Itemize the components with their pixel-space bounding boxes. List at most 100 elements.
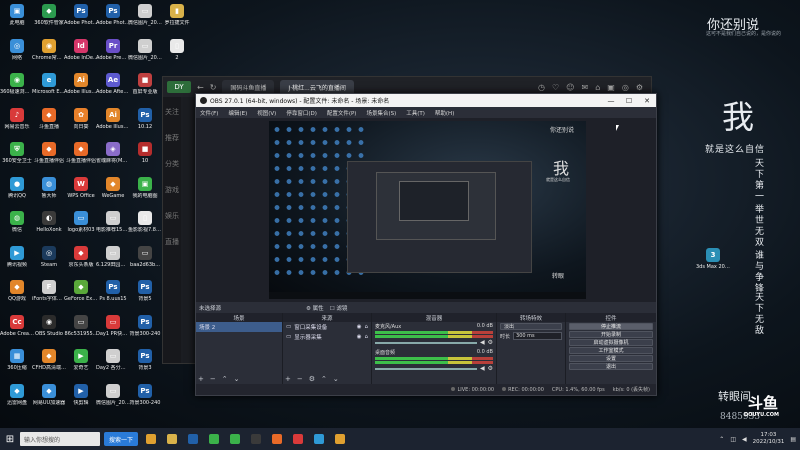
settings-button[interactable]: 设置 bbox=[569, 355, 653, 362]
edge-taskbar-icon[interactable] bbox=[314, 434, 325, 444]
taskbar-search-button[interactable]: 搜索一下 bbox=[104, 432, 139, 446]
desktop-icon[interactable]: ⛨ 360安全卫士 bbox=[1, 140, 33, 174]
maximize-button[interactable]: ☐ bbox=[620, 97, 638, 105]
refresh-icon[interactable]: ↻ bbox=[210, 83, 217, 92]
desktop-icon[interactable]: ◍ 鲁大师 bbox=[33, 175, 65, 209]
studio-mode-button[interactable]: 工作室模式 bbox=[569, 347, 653, 354]
desktop-icon[interactable]: ◍ 微信 bbox=[1, 209, 33, 243]
wechat-2-taskbar-icon[interactable] bbox=[230, 434, 241, 444]
desktop-icon[interactable]: ◆ 斗鱼直播 bbox=[33, 106, 65, 140]
desktop-icon[interactable]: W WPS Office bbox=[65, 175, 97, 209]
source-item[interactable]: ▭ 窗口采集设备 ◉ ⌂ bbox=[283, 322, 371, 332]
start-recording-button[interactable]: 开始录制 bbox=[569, 331, 653, 338]
desktop-icon[interactable]: ● 腾讯QQ bbox=[1, 175, 33, 209]
source-item[interactable]: ▭ 显示器采集 ◉ ⌂ bbox=[283, 332, 371, 342]
desktop-icon[interactable]: Id Adobe InDesi... bbox=[64, 37, 98, 71]
desktop-icon[interactable]: ■ 首屏专业版 bbox=[129, 71, 161, 105]
desktop-icon[interactable]: FiFonts字体助手 bbox=[32, 278, 66, 312]
browser-toolbar-icon[interactable]: ⚙ bbox=[636, 83, 643, 92]
desktop-icon[interactable]: Ps 背景5 bbox=[129, 278, 161, 312]
desktop-icon[interactable]: ▭ 电影推荐15月份屏幕资料 bbox=[96, 209, 130, 243]
desktop-icon[interactable]: ▦ 360压缩 bbox=[1, 347, 33, 381]
wechat-taskbar-icon[interactable] bbox=[209, 434, 220, 444]
desktop-icon[interactable]: ▭ baa2d63b... bbox=[129, 244, 161, 278]
browser-sidebar-item[interactable]: 分类 bbox=[165, 159, 179, 169]
visibility-icon[interactable]: ◉ bbox=[357, 324, 362, 330]
desktop-icon[interactable]: ▮ 罗拉捷文件 bbox=[161, 2, 193, 36]
desktop-icon[interactable]: AiAdobe Illustrat... bbox=[96, 106, 130, 140]
move-down-icon[interactable]: ⌄ bbox=[333, 375, 339, 383]
file-explorer-taskbar-icon[interactable] bbox=[167, 434, 178, 444]
browser-sidebar-item[interactable]: 推荐 bbox=[165, 133, 179, 143]
add-icon[interactable]: + bbox=[198, 375, 204, 383]
desktop-icon[interactable]: ▶ 腾讯视频 bbox=[1, 244, 33, 278]
desktop-icon[interactable]: ♪ 网易云音乐 bbox=[1, 106, 33, 140]
desktop-icon[interactable]: ▭ 86c531955... bbox=[65, 313, 97, 347]
desktop-icon[interactable]: ◆ 网易UU加速器 bbox=[33, 382, 65, 416]
filters-button[interactable]: ☐ 滤镜 bbox=[330, 304, 348, 312]
obs-taskbar-icon[interactable] bbox=[251, 434, 262, 444]
browser-toolbar-icon[interactable]: ♡ bbox=[552, 83, 559, 92]
desktop-icon[interactable]: ◆ QQ游戏 bbox=[1, 278, 33, 312]
volume-slider[interactable] bbox=[375, 341, 477, 344]
back-icon[interactable]: ← bbox=[197, 83, 204, 92]
obs-menu-item[interactable]: 视图(V) bbox=[257, 109, 276, 117]
photoshop-taskbar-icon[interactable] bbox=[188, 434, 199, 444]
desktop-icon[interactable]: ▣ 此电脑 bbox=[1, 2, 33, 36]
desktop-icon[interactable]: ◎ 网络 bbox=[1, 37, 33, 71]
exit-button[interactable]: 退出 bbox=[569, 363, 653, 370]
browser-sidebar-item[interactable]: 游戏 bbox=[165, 185, 179, 195]
desktop-icon[interactable]: ◆ 斗鱼直播伴侣 bbox=[65, 140, 97, 174]
desktop-icon[interactable]: ▭微信图片_2022091... bbox=[96, 382, 130, 416]
start-button[interactable]: ⊞ bbox=[0, 428, 20, 450]
desktop-icon[interactable]: e Microsoft Edge bbox=[32, 71, 66, 105]
desktop-icon[interactable]: ▭微信图片_2022091... bbox=[128, 2, 162, 36]
browser-tab-1[interactable]: 国码斗鱼直播 bbox=[222, 80, 275, 94]
desktop-icon[interactable]: ◆ 迅雷网盘 bbox=[1, 382, 33, 416]
taskbar-search-input[interactable]: 输入你想搜的 bbox=[20, 432, 100, 446]
chrome-2-taskbar-icon[interactable] bbox=[335, 434, 346, 444]
desktop-icon[interactable]: ▭Day1 PR快捷键大全 bbox=[96, 313, 130, 347]
remove-icon[interactable]: − bbox=[297, 375, 303, 383]
stop-streaming-button[interactable]: 停止推流 bbox=[569, 323, 653, 330]
obs-menu-item[interactable]: 工具(T) bbox=[406, 109, 425, 117]
desktop-icon[interactable]: ◆ WeGame bbox=[97, 175, 129, 209]
desktop-icon[interactable]: Ps 10.12 bbox=[129, 106, 161, 140]
desktop-icon[interactable]: ✿ 向日葵 bbox=[65, 106, 97, 140]
desktop-icon[interactable]: PrAdobe Premie... bbox=[96, 37, 130, 71]
desktop-icon[interactable]: ◉Chrome常用浏览器 bbox=[32, 37, 66, 71]
obs-preview-area[interactable]: 你还别说 我 就是这么自信 转眼 bbox=[196, 118, 656, 302]
browser-toolbar-icon[interactable]: ◎ bbox=[622, 83, 629, 92]
desktop-icon[interactable]: ▶ 快剪辑 bbox=[65, 382, 97, 416]
move-up-icon[interactable]: ⌃ bbox=[321, 375, 327, 383]
gear-icon[interactable]: ⚙ bbox=[488, 365, 493, 372]
desktop-icon[interactable]: ◈ 雀魂麻将(Mahjong... bbox=[96, 140, 130, 174]
visibility-icon[interactable]: ◉ bbox=[357, 334, 362, 340]
transition-type-select[interactable]: 淡出 bbox=[500, 323, 562, 330]
desktop-icon[interactable]: Ps Adobe Photosh... bbox=[96, 2, 130, 36]
add-icon[interactable]: + bbox=[285, 375, 291, 383]
volume-slider[interactable] bbox=[375, 367, 477, 370]
obs-menu-item[interactable]: 停靠窗口(D) bbox=[286, 109, 317, 117]
browser-toolbar-icon[interactable]: ✉ bbox=[582, 83, 589, 92]
obs-menu-item[interactable]: 编辑(E) bbox=[228, 109, 247, 117]
desktop-icon[interactable]: ◐ HelloXonk bbox=[33, 209, 65, 243]
browser-sidebar-item[interactable]: 娱乐 bbox=[165, 211, 179, 221]
close-button[interactable]: ✕ bbox=[638, 97, 656, 105]
lock-icon[interactable]: ⌂ bbox=[365, 324, 369, 330]
desktop-icon[interactable]: ▶ 爱奇艺 bbox=[65, 347, 97, 381]
chrome-taskbar-icon[interactable] bbox=[146, 434, 157, 444]
browser-toolbar-icon[interactable]: ▣ bbox=[607, 83, 615, 92]
desktop-icon[interactable]: Ps 背景300-240 bbox=[129, 313, 161, 347]
taskbar-clock[interactable]: 17:03 2022/10/31 bbox=[753, 432, 785, 446]
remove-icon[interactable]: − bbox=[210, 375, 216, 383]
desktop-icon[interactable]: Ps 背景300-240 bbox=[129, 382, 161, 416]
desktop-icon[interactable]: ▭ logo素材03 bbox=[65, 209, 97, 243]
browser-toolbar-icon[interactable]: ⌂ bbox=[595, 83, 600, 92]
desktop-icon[interactable]: Ps Ps 8.uus15 bbox=[97, 278, 129, 312]
obs-menu-item[interactable]: 文件(F) bbox=[200, 109, 218, 117]
browser-tab-2[interactable]: J·桃红...云飞的直播间 bbox=[280, 80, 354, 94]
network-icon[interactable]: ◫ bbox=[730, 436, 736, 443]
tray-chevron-icon[interactable]: ⌃ bbox=[719, 436, 724, 443]
notification-icon[interactable]: ▤ bbox=[790, 436, 796, 443]
